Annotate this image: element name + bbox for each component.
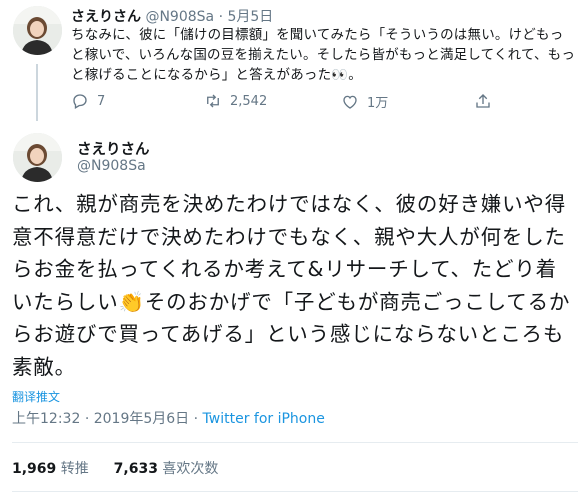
heart-icon: [343, 95, 357, 109]
avatar-image: [13, 6, 62, 55]
likes-value: 7,633: [113, 461, 158, 477]
likes-label: 喜欢次数: [162, 461, 219, 477]
retweets-value: 1,969: [12, 461, 57, 477]
like-button[interactable]: 1万: [341, 92, 388, 111]
retweet-count: 2,542: [230, 93, 268, 109]
avatar[interactable]: [13, 133, 62, 182]
tweet-date[interactable]: 5月5日: [227, 9, 273, 25]
avatar-image: [13, 133, 62, 182]
divider: [12, 491, 578, 492]
tweet-text: これ、親が商売を決めたわけではなく、彼の好き嫌いや得意不得意だけで決めたわけでも…: [12, 192, 571, 379]
display-name[interactable]: さえりさん: [71, 9, 141, 25]
tweet-header: さえりさん @N908Sa · 5月5日: [71, 6, 273, 26]
retweet-icon: [207, 94, 219, 108]
retweets-label: 转推: [60, 461, 89, 477]
tweet-source-link[interactable]: Twitter for iPhone: [203, 411, 325, 427]
reply-icon: [73, 94, 87, 109]
tweet-actions: 7 2,542 1万: [71, 92, 501, 114]
tweet-metadata: 上午12:32 · 2019年5月6日 · Twitter for iPhone: [12, 408, 325, 428]
likes-stat[interactable]: 7,633 喜欢次数: [114, 461, 219, 477]
reply-button[interactable]: 7: [71, 92, 105, 110]
translate-tweet-link[interactable]: 翻译推文: [12, 388, 60, 405]
tweet-text: ちなみに、彼に「儲けの目標額」を聞いてみたら「そういうのは無い。けどもっと稼いで…: [71, 27, 576, 83]
retweet-button[interactable]: 2,542: [204, 92, 267, 110]
meta-separator: ·: [193, 411, 199, 427]
handle[interactable]: @N908Sa: [145, 9, 214, 25]
avatar[interactable]: [13, 6, 62, 55]
tweet-date: 2019年5月6日: [93, 411, 190, 427]
retweets-stat[interactable]: 1,969 转推: [12, 461, 93, 477]
meta-separator: ·: [84, 411, 90, 427]
share-icon: [476, 94, 490, 108]
date-separator: ·: [218, 9, 224, 25]
divider: [12, 442, 578, 443]
handle[interactable]: @N908Sa: [77, 158, 146, 174]
display-name[interactable]: さえりさん: [77, 138, 150, 159]
tweet-time: 上午12:32: [12, 411, 81, 427]
reply-count: 7: [97, 93, 106, 109]
thread-line: [36, 64, 38, 121]
tweet-stats: 1,969 转推 7,633 喜欢次数: [12, 458, 218, 478]
share-button[interactable]: [474, 92, 500, 110]
like-count: 1万: [367, 96, 389, 111]
